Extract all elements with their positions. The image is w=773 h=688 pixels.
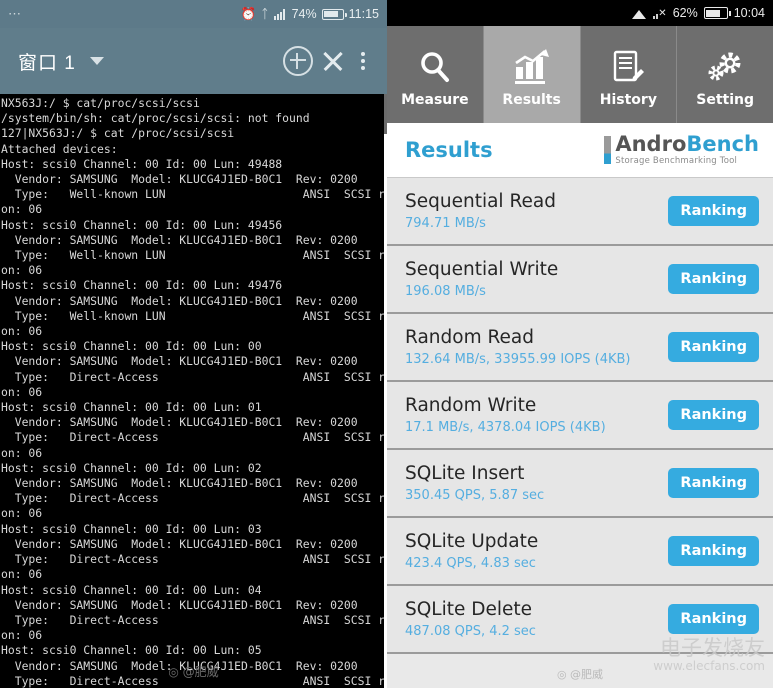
right-status-bar: ✕ 62% 10:04	[387, 0, 773, 26]
terminal-toolbar: 窗口 1	[0, 28, 387, 94]
ranking-button[interactable]: Ranking	[668, 536, 759, 566]
result-value: 487.08 QPS, 4.2 sec	[405, 624, 668, 639]
tab-history[interactable]: History	[581, 26, 678, 123]
new-window-button[interactable]	[283, 46, 313, 76]
ranking-button[interactable]: Ranking	[668, 400, 759, 430]
tab-label: Measure	[401, 92, 469, 108]
terminal-output[interactable]: NX563J:/ $ cat/proc/scsi/scsi /system/bi…	[0, 94, 387, 688]
tab-label: Setting	[696, 92, 754, 108]
result-row[interactable]: Random Read 132.64 MB/s, 33955.99 IOPS (…	[387, 314, 773, 382]
ranking-button[interactable]: Ranking	[668, 264, 759, 294]
alarm-clock-icon: ⏰	[241, 8, 257, 21]
brand-name-part2: Bench	[686, 132, 759, 156]
result-value: 17.1 MB/s, 4378.04 IOPS (4KB)	[405, 420, 668, 435]
terminal-text: NX563J:/ $ cat/proc/scsi/scsi /system/bi…	[1, 96, 387, 688]
result-value: 423.4 QPS, 4.83 sec	[405, 556, 668, 571]
ranking-button[interactable]: Ranking	[668, 604, 759, 634]
close-icon	[319, 47, 347, 75]
signal-bars-icon	[274, 9, 287, 20]
row-texts: SQLite Update 423.4 QPS, 4.83 sec	[405, 531, 668, 570]
left-status-icons: ⏰ ᛏ 74% 11:15	[241, 7, 379, 21]
result-row[interactable]: Random Write 17.1 MB/s, 4378.04 IOPS (4K…	[387, 382, 773, 450]
plus-circle-icon	[283, 46, 313, 76]
result-value: 350.45 QPS, 5.87 sec	[405, 488, 668, 503]
result-title: Sequential Read	[405, 191, 668, 212]
gears-icon	[706, 45, 744, 89]
chevron-down-icon[interactable]	[90, 57, 104, 65]
overflow-menu-button[interactable]	[353, 48, 373, 74]
result-title: Sequential Write	[405, 259, 668, 280]
row-texts: Sequential Read 794.71 MB/s	[405, 191, 668, 230]
wifi-icon	[632, 7, 647, 19]
tab-measure[interactable]: Measure	[387, 26, 484, 123]
results-header: Results AndroBench Storage Benchmarking …	[387, 123, 773, 178]
brand-name-part1: Andro	[615, 132, 686, 156]
tab-label: Results	[502, 92, 560, 108]
result-row[interactable]: SQLite Insert 350.45 QPS, 5.87 sec Ranki…	[387, 450, 773, 518]
elecfans-name: 电子发烧友	[653, 636, 765, 660]
result-row[interactable]: SQLite Update 423.4 QPS, 4.83 sec Rankin…	[387, 518, 773, 586]
battery-percent-label: 62%	[673, 6, 698, 20]
ranking-button[interactable]: Ranking	[668, 196, 759, 226]
result-value: 132.64 MB/s, 33955.99 IOPS (4KB)	[405, 352, 668, 367]
result-title: SQLite Update	[405, 531, 668, 552]
brand-name: AndroBench	[615, 132, 759, 156]
bar-chart-icon	[513, 45, 551, 89]
logo-text: AndroBench Storage Benchmarking Tool	[615, 134, 759, 166]
row-texts: Random Write 17.1 MB/s, 4378.04 IOPS (4K…	[405, 395, 668, 434]
result-title: Random Write	[405, 395, 668, 416]
kebab-menu-icon	[353, 48, 373, 74]
androbench-logo: AndroBench Storage Benchmarking Tool	[604, 134, 759, 166]
logo-mark	[604, 136, 611, 164]
battery-icon	[322, 9, 344, 20]
notification-dots-icon: ⋯	[8, 6, 22, 22]
result-value: 196.08 MB/s	[405, 284, 668, 299]
tab-setting[interactable]: Setting	[677, 26, 773, 123]
signal-no-service-icon: ✕	[653, 7, 667, 19]
row-texts: SQLite Delete 487.08 QPS, 4.2 sec	[405, 599, 668, 638]
results-list: Sequential Read 794.71 MB/s Ranking Sequ…	[387, 178, 773, 654]
result-title: Random Read	[405, 327, 668, 348]
left-status-bar: ⋯ ⏰ ᛏ 74% 11:15	[0, 0, 387, 28]
battery-icon	[704, 7, 728, 19]
row-texts: Sequential Write 196.08 MB/s	[405, 259, 668, 298]
clock-label: 11:15	[349, 7, 379, 21]
battery-percent-label: 74%	[292, 7, 317, 21]
left-watermark: ◎ @肥威	[0, 663, 387, 680]
document-pencil-icon	[610, 45, 646, 89]
magnifier-icon	[417, 45, 453, 89]
result-row[interactable]: Sequential Read 794.71 MB/s Ranking	[387, 178, 773, 246]
tab-results[interactable]: Results	[484, 26, 581, 123]
result-value: 794.71 MB/s	[405, 216, 668, 231]
right-watermark: ◎ @肥威	[387, 666, 773, 682]
androbench-app-panel: ✕ 62% 10:04 Measure	[387, 0, 773, 688]
result-title: SQLite Delete	[405, 599, 668, 620]
screenshot-root: ⋯ ⏰ ᛏ 74% 11:15 窗口 1	[0, 0, 773, 688]
bluetooth-icon: ᛏ	[261, 8, 269, 21]
brand-tagline: Storage Benchmarking Tool	[615, 157, 759, 166]
result-row[interactable]: Sequential Write 196.08 MB/s Ranking	[387, 246, 773, 314]
row-texts: Random Read 132.64 MB/s, 33955.99 IOPS (…	[405, 327, 668, 366]
terminal-app-panel: ⋯ ⏰ ᛏ 74% 11:15 窗口 1	[0, 0, 387, 688]
page-title: Results	[405, 138, 493, 162]
clock-label: 10:04	[734, 6, 765, 20]
tab-label: History	[600, 92, 657, 108]
close-window-button[interactable]	[319, 47, 347, 75]
ranking-button[interactable]: Ranking	[668, 468, 759, 498]
ranking-button[interactable]: Ranking	[668, 332, 759, 362]
result-title: SQLite Insert	[405, 463, 668, 484]
row-texts: SQLite Insert 350.45 QPS, 5.87 sec	[405, 463, 668, 502]
window-title: 窗口 1	[18, 48, 76, 75]
tab-bar: Measure Results	[387, 26, 773, 123]
